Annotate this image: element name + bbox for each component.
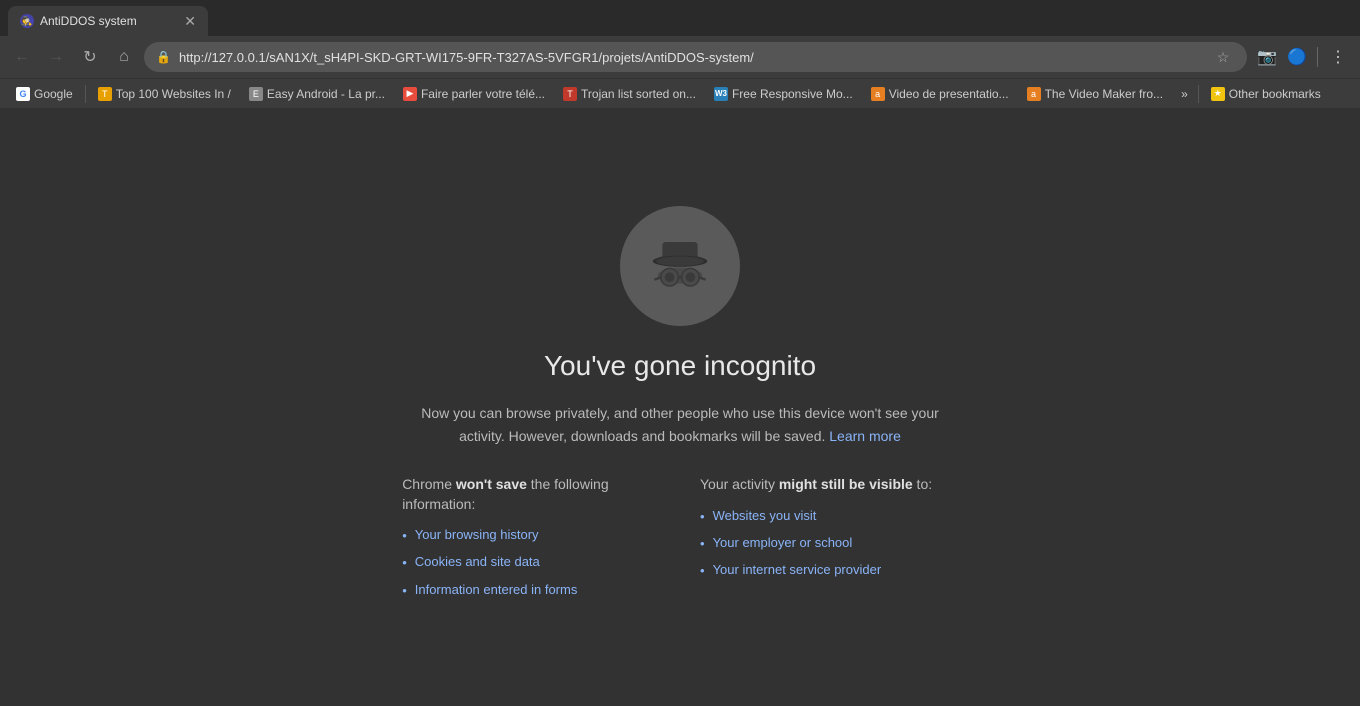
bookmark-free-responsive[interactable]: W3 Free Responsive Mo... xyxy=(706,84,861,104)
wont-save-item-1: Your browsing history xyxy=(415,526,539,544)
bookmark-top100-icon: T xyxy=(98,87,112,101)
tab-favicon: 🕵 xyxy=(20,14,34,28)
list-item: • Your internet service provider xyxy=(700,561,958,580)
might-visible-bold: might still be visible xyxy=(779,476,913,492)
bookmark-video-presentation-label: Video de presentatio... xyxy=(889,87,1009,101)
wont-save-item-3: Information entered in forms xyxy=(415,581,578,599)
reload-button[interactable]: ↻ xyxy=(76,43,104,71)
bookmark-video-maker-icon: a xyxy=(1027,87,1041,101)
bm-sep-2 xyxy=(1198,85,1199,103)
wont-save-title: Chrome won't save the following informat… xyxy=(402,475,660,514)
bookmark-easy-android-label: Easy Android - La pr... xyxy=(267,87,385,101)
bookmark-top100[interactable]: T Top 100 Websites In / xyxy=(90,84,239,104)
bullet-icon: • xyxy=(402,527,407,545)
info-columns: Chrome won't save the following informat… xyxy=(402,475,958,608)
wont-save-pre: Chrome xyxy=(402,476,456,492)
wont-save-item-2: Cookies and site data xyxy=(415,553,540,571)
toolbar-divider xyxy=(1317,47,1318,67)
bookmark-video-maker[interactable]: a The Video Maker fro... xyxy=(1019,84,1172,104)
bookmark-top100-label: Top 100 Websites In / xyxy=(116,87,231,101)
home-button[interactable]: ⌂ xyxy=(110,43,138,71)
might-visible-item-2: Your employer or school xyxy=(713,534,853,552)
bookmark-faire-parler-icon: ▶ xyxy=(403,87,417,101)
bookmark-faire-parler[interactable]: ▶ Faire parler votre télé... xyxy=(395,84,553,104)
bullet-icon: • xyxy=(402,554,407,572)
address-bar-row: ← → ↻ ⌂ 🔒 http://127.0.0.1/sAN1X/t_sH4PI… xyxy=(0,36,1360,78)
might-visible-item-3: Your internet service provider xyxy=(713,561,882,579)
might-visible-item-1: Websites you visit xyxy=(713,507,817,525)
might-visible-column: Your activity might still be visible to:… xyxy=(700,475,958,608)
might-visible-pre: Your activity xyxy=(700,476,779,492)
wont-save-bold: won't save xyxy=(456,476,527,492)
tab-title: AntiDDOS system xyxy=(40,14,176,28)
browser-frame: 🕵 AntiDDOS system ✕ ← → ↻ ⌂ 🔒 http://127… xyxy=(0,0,1360,706)
bookmark-video-presentation[interactable]: a Video de presentatio... xyxy=(863,84,1017,104)
bullet-icon: • xyxy=(402,582,407,600)
address-bar-icons: ☆ xyxy=(1211,45,1235,69)
bookmark-easy-android[interactable]: E Easy Android - La pr... xyxy=(241,84,393,104)
forward-button[interactable]: → xyxy=(42,43,70,71)
list-item: • Information entered in forms xyxy=(402,581,660,600)
bullet-icon: • xyxy=(700,562,705,580)
incognito-container: You've gone incognito Now you can browse… xyxy=(382,186,978,628)
bookmark-other-label: Other bookmarks xyxy=(1229,87,1321,101)
menu-button[interactable]: ⋮ xyxy=(1324,43,1352,71)
bookmark-free-responsive-icon: W3 xyxy=(714,87,728,101)
bookmarks-bar: G Google T Top 100 Websites In / E Easy … xyxy=(0,78,1360,108)
bookmark-video-maker-label: The Video Maker fro... xyxy=(1045,87,1164,101)
bookmark-google-icon: G xyxy=(16,87,30,101)
bookmark-trojan[interactable]: T Trojan list sorted on... xyxy=(555,84,704,104)
bookmark-trojan-label: Trojan list sorted on... xyxy=(581,87,696,101)
toolbar-icons: 📷 🔵 ⋮ xyxy=(1253,43,1352,71)
bookmark-faire-parler-label: Faire parler votre télé... xyxy=(421,87,545,101)
bookmark-other-icon: ★ xyxy=(1211,87,1225,101)
incognito-icon xyxy=(640,226,720,306)
might-visible-post: to: xyxy=(913,476,932,492)
might-visible-list: • Websites you visit • Your employer or sc… xyxy=(700,507,958,581)
bookmark-easy-android-icon: E xyxy=(249,87,263,101)
wont-save-column: Chrome won't save the following informat… xyxy=(402,475,660,608)
list-item: • Your browsing history xyxy=(402,526,660,545)
bullet-icon: • xyxy=(700,508,705,526)
bookmark-free-responsive-label: Free Responsive Mo... xyxy=(732,87,853,101)
might-visible-title: Your activity might still be visible to: xyxy=(700,475,958,495)
incognito-icon-wrap xyxy=(620,206,740,326)
bookmark-other[interactable]: ★ Other bookmarks xyxy=(1203,84,1329,104)
bookmark-trojan-icon: T xyxy=(563,87,577,101)
active-tab[interactable]: 🕵 AntiDDOS system ✕ xyxy=(8,6,208,36)
url-text: http://127.0.0.1/sAN1X/t_sH4PI-SKD-GRT-W… xyxy=(179,50,1203,65)
bookmark-video-presentation-icon: a xyxy=(871,87,885,101)
incognito-title: You've gone incognito xyxy=(544,350,816,382)
list-item: • Websites you visit xyxy=(700,507,958,526)
bullet-icon: • xyxy=(700,535,705,553)
learn-more-link[interactable]: Learn more xyxy=(829,428,901,444)
lock-icon: 🔒 xyxy=(156,50,171,64)
chrome-extension-button[interactable]: 🔵 xyxy=(1283,43,1311,71)
bm-sep-1 xyxy=(85,85,86,103)
bookmark-star-icon[interactable]: ☆ xyxy=(1211,45,1235,69)
tab-close-button[interactable]: ✕ xyxy=(184,13,196,30)
bookmark-google-label: Google xyxy=(34,87,73,101)
address-bar[interactable]: 🔒 http://127.0.0.1/sAN1X/t_sH4PI-SKD-GRT… xyxy=(144,42,1247,72)
list-item: • Your employer or school xyxy=(700,534,958,553)
more-bookmarks-button[interactable]: » xyxy=(1175,85,1194,103)
wont-save-list: • Your browsing history • Cookies and site… xyxy=(402,526,660,600)
screenshot-button[interactable]: 📷 xyxy=(1253,43,1281,71)
tab-bar: 🕵 AntiDDOS system ✕ xyxy=(0,0,1360,36)
list-item: • Cookies and site data xyxy=(402,553,660,572)
incognito-description: Now you can browse privately, and other … xyxy=(420,402,940,447)
back-button[interactable]: ← xyxy=(8,43,36,71)
page-content: You've gone incognito Now you can browse… xyxy=(0,108,1360,706)
bookmark-google[interactable]: G Google xyxy=(8,84,81,104)
